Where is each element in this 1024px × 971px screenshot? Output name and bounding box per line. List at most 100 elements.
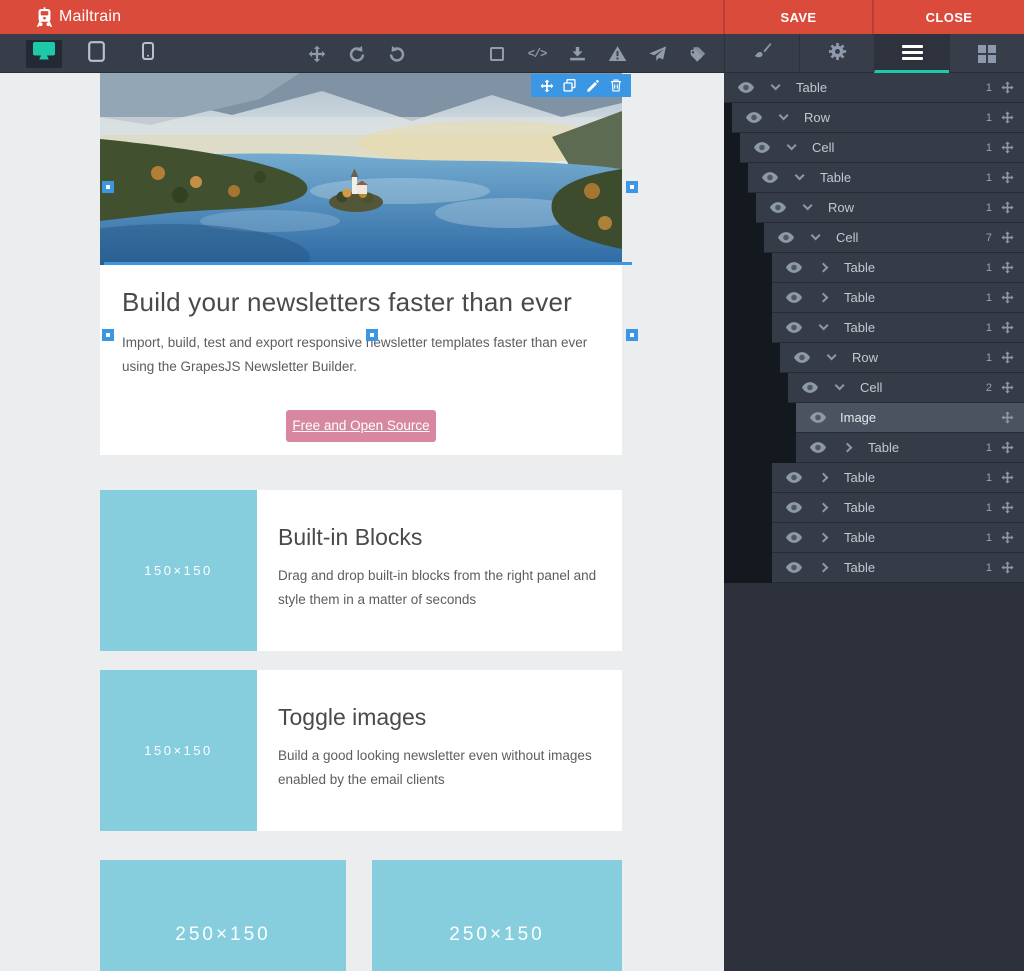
delete-component-icon[interactable]	[607, 77, 625, 95]
caret-down-icon[interactable]	[832, 385, 848, 389]
layer-move-icon[interactable]	[1001, 81, 1016, 94]
caret-down-icon[interactable]	[824, 355, 840, 359]
tab-style-manager[interactable]	[724, 34, 799, 73]
layer-row-row[interactable]: Row1	[756, 193, 1024, 223]
layer-move-icon[interactable]	[1001, 291, 1016, 304]
eye-icon[interactable]	[778, 232, 798, 243]
layer-move-icon[interactable]	[1001, 231, 1016, 244]
layer-row-table[interactable]: Table1	[772, 313, 1024, 343]
intro-heading[interactable]: Build your newsletters faster than ever	[122, 287, 600, 318]
device-desktop-button[interactable]	[26, 40, 62, 68]
layer-move-icon[interactable]	[1001, 471, 1016, 484]
layer-move-icon[interactable]	[1001, 411, 1016, 424]
device-tablet-button[interactable]	[78, 40, 114, 68]
device-mobile-button[interactable]	[130, 40, 166, 68]
layer-row-table[interactable]: Table1	[748, 163, 1024, 193]
image-placeholder-250[interactable]: 250×150	[372, 860, 622, 971]
warning-icon[interactable]	[606, 43, 628, 65]
layer-row-table[interactable]: Table1	[796, 433, 1024, 463]
caret-down-icon[interactable]	[800, 205, 816, 209]
layer-row-image[interactable]: Image	[796, 403, 1024, 433]
save-button[interactable]: SAVE	[723, 0, 872, 34]
resize-handle-bottom-right[interactable]	[626, 329, 638, 341]
caret-right-icon[interactable]	[816, 474, 832, 481]
caret-right-icon[interactable]	[816, 504, 832, 511]
layer-move-icon[interactable]	[1001, 351, 1016, 364]
layer-move-icon[interactable]	[1001, 201, 1016, 214]
layer-row-table[interactable]: Table1	[772, 463, 1024, 493]
caret-down-icon[interactable]	[816, 325, 832, 329]
tab-layer-manager[interactable]	[874, 34, 949, 73]
caret-down-icon[interactable]	[792, 175, 808, 179]
close-button[interactable]: CLOSE	[872, 0, 1024, 34]
layer-row-table[interactable]: Table1	[772, 553, 1024, 583]
eye-icon[interactable]	[786, 562, 806, 573]
resize-handle-bottom-left[interactable]	[102, 329, 114, 341]
layer-row-table[interactable]: Table1	[724, 73, 1024, 103]
eye-icon[interactable]	[810, 442, 830, 453]
layer-row-row[interactable]: Row1	[732, 103, 1024, 133]
hero-image[interactable]	[100, 73, 622, 265]
layer-row-table[interactable]: Table1	[772, 523, 1024, 553]
eye-icon[interactable]	[754, 142, 774, 153]
tab-settings[interactable]	[799, 34, 874, 73]
layer-move-icon[interactable]	[1001, 501, 1016, 514]
drag-component-icon[interactable]	[538, 77, 556, 95]
layer-move-icon[interactable]	[1001, 111, 1016, 124]
layer-move-icon[interactable]	[1001, 171, 1016, 184]
feature-card-toggle-images[interactable]: 150×150 Toggle images Build a good looki…	[100, 670, 622, 831]
layer-move-icon[interactable]	[1001, 531, 1016, 544]
resize-handle-right[interactable]	[626, 181, 638, 193]
redo-icon[interactable]	[386, 43, 408, 65]
layer-row-cell[interactable]: Cell2	[788, 373, 1024, 403]
caret-down-icon[interactable]	[776, 115, 792, 119]
image-placeholder-150[interactable]: 150×150	[100, 490, 257, 651]
layer-move-icon[interactable]	[1001, 561, 1016, 574]
layer-row-cell[interactable]: Cell7	[764, 223, 1024, 253]
toggle-borders-icon[interactable]	[486, 43, 508, 65]
eye-icon[interactable]	[786, 532, 806, 543]
caret-right-icon[interactable]	[816, 564, 832, 571]
open-code-icon[interactable]: </>	[526, 43, 548, 65]
image-placeholder-250[interactable]: 250×150	[100, 860, 346, 971]
feature-heading[interactable]: Toggle images	[278, 704, 610, 731]
layer-row-table[interactable]: Table1	[772, 253, 1024, 283]
caret-right-icon[interactable]	[816, 534, 832, 541]
feature-paragraph[interactable]: Drag and drop built-in blocks from the r…	[278, 564, 610, 613]
caret-right-icon[interactable]	[816, 294, 832, 301]
feature-heading[interactable]: Built-in Blocks	[278, 524, 610, 551]
intro-paragraph[interactable]: Import, build, test and export responsiv…	[122, 331, 600, 380]
tab-blocks[interactable]	[949, 34, 1024, 73]
eye-icon[interactable]	[786, 502, 806, 513]
eye-icon[interactable]	[786, 322, 806, 333]
layer-move-icon[interactable]	[1001, 441, 1016, 454]
eye-icon[interactable]	[786, 292, 806, 303]
eye-icon[interactable]	[762, 172, 782, 183]
eye-icon[interactable]	[802, 382, 822, 393]
resize-handle-left[interactable]	[102, 181, 114, 193]
image-placeholder-150[interactable]: 150×150	[100, 670, 257, 831]
feature-paragraph[interactable]: Build a good looking newsletter even wit…	[278, 744, 610, 793]
feature-card-builtin-blocks[interactable]: 150×150 Built-in Blocks Drag and drop bu…	[100, 490, 622, 651]
eye-icon[interactable]	[794, 352, 814, 363]
layer-row-row[interactable]: Row1	[780, 343, 1024, 373]
caret-right-icon[interactable]	[816, 264, 832, 271]
move-tool-icon[interactable]	[306, 43, 328, 65]
intro-cta-button[interactable]: Free and Open Source	[286, 410, 436, 442]
layer-move-icon[interactable]	[1001, 261, 1016, 274]
eye-icon[interactable]	[770, 202, 790, 213]
layer-move-icon[interactable]	[1001, 381, 1016, 394]
caret-down-icon[interactable]	[768, 85, 784, 89]
undo-icon[interactable]	[346, 43, 368, 65]
send-test-icon[interactable]	[646, 43, 668, 65]
eye-icon[interactable]	[810, 412, 830, 423]
tags-icon[interactable]	[686, 43, 708, 65]
edit-component-icon[interactable]	[584, 77, 602, 95]
layer-move-icon[interactable]	[1001, 321, 1016, 334]
import-template-icon[interactable]	[566, 43, 588, 65]
copy-component-icon[interactable]	[561, 77, 579, 95]
layer-row-cell[interactable]: Cell1	[740, 133, 1024, 163]
caret-right-icon[interactable]	[840, 444, 856, 451]
caret-down-icon[interactable]	[808, 235, 824, 239]
layer-row-table[interactable]: Table1	[772, 493, 1024, 523]
